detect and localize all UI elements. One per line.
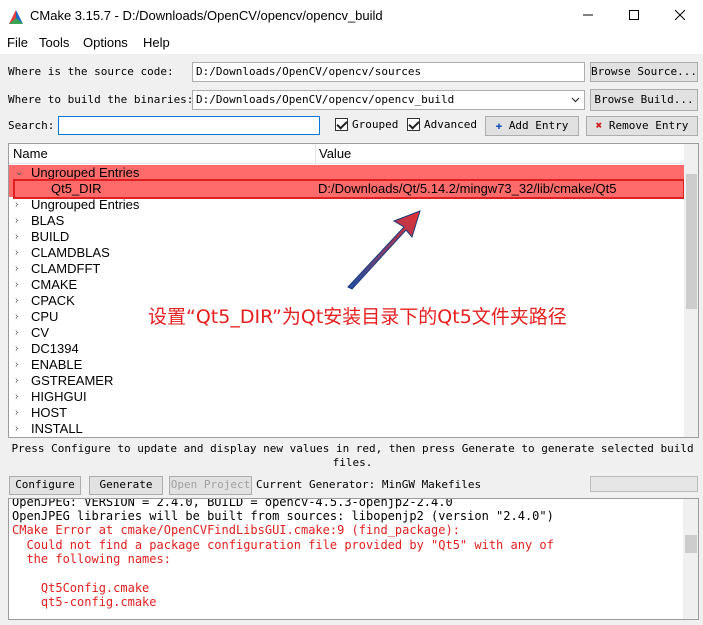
remove-entry-label: Remove Entry [608,119,689,132]
table-scrollbar-thumb[interactable] [686,174,697,309]
row-name: CLAMDFFT [31,261,101,276]
configure-button[interactable]: Configure [9,476,81,495]
advanced-checkbox[interactable]: Advanced [407,118,477,131]
log-line-error: the following names: [12,552,171,566]
row-name: CPACK [31,293,75,308]
annotation-text: 设置“Qt5_DIR”为Qt安装目录下的Qt5文件夹路径 [148,306,567,328]
current-generator-label: Current Generator: MinGW Makefiles [256,478,482,491]
row-name: HOST [31,405,68,420]
menu-bar: File Tools Options Help [0,32,703,54]
chevron-right-icon[interactable]: › [15,357,18,373]
close-button[interactable] [657,0,703,32]
chevron-right-icon[interactable]: › [15,421,18,437]
menu-help[interactable]: Help [143,35,170,50]
row-name: ENABLE [31,357,83,372]
build-path-value: D:/Downloads/OpenCV/opencv/opencv_build [196,93,455,106]
chevron-right-icon[interactable]: › [15,373,18,389]
table-row[interactable]: › DC1394 [9,341,684,357]
build-label: Where to build the binaries: [8,93,194,106]
add-entry-button[interactable]: ✚ Add Entry [485,116,579,136]
advanced-label: Advanced [424,118,477,131]
table-scrollbar[interactable] [684,144,698,437]
minimize-button[interactable] [565,0,611,32]
source-path-field[interactable]: D:/Downloads/OpenCV/opencv/sources [192,62,585,82]
qt5-dir-highlight-frame [13,179,685,199]
cmake-logo-icon [8,9,24,28]
chevron-right-icon[interactable]: › [15,261,18,277]
advanced-check-icon [407,118,420,131]
log-scrollbar-thumb[interactable] [685,535,697,553]
chevron-right-icon[interactable]: › [15,277,18,293]
title-bar: CMake 3.15.7 - D:/Downloads/OpenCV/openc… [0,0,703,32]
row-name: CPU [31,309,59,324]
minimize-icon [583,9,593,23]
open-project-button[interactable]: Open Project [169,476,252,495]
row-name: BLAS [31,213,65,228]
column-divider[interactable] [315,144,316,164]
log-scrollbar[interactable] [683,499,698,619]
add-entry-label: Add Entry [508,119,569,132]
progress-bar [590,476,698,492]
chevron-right-icon[interactable]: › [15,309,18,325]
row-name: BUILD [31,229,70,244]
menu-file[interactable]: File [7,35,28,50]
log-line: OpenJPEG: VERSION = 2.4.0, BUILD = openc… [12,498,453,509]
log-line-error: qt5-config.cmake [12,595,157,609]
chevron-right-icon[interactable]: › [15,341,18,357]
maximize-button[interactable] [611,0,657,32]
log-line-error: CMake Error at cmake/OpenCVFindLibsGUI.c… [12,523,460,537]
row-name: CV [31,325,50,340]
browse-build-button[interactable]: Browse Build... [590,89,698,111]
column-name-header[interactable]: Name [13,146,48,161]
source-label: Where is the source code: [8,65,174,78]
generate-button[interactable]: Generate [89,476,163,495]
chevron-down-icon[interactable] [571,94,580,107]
build-path-combo[interactable]: D:/Downloads/OpenCV/opencv/opencv_build [192,90,585,110]
row-name: DC1394 [31,341,79,356]
maximize-icon [629,9,639,23]
output-log[interactable]: OpenJPEG: VERSION = 2.4.0, BUILD = openc… [8,498,699,620]
chevron-right-icon[interactable]: › [15,213,18,229]
grouped-checkbox[interactable]: Grouped [335,118,398,131]
row-name: Ungrouped Entries [31,197,140,212]
chevron-right-icon[interactable]: › [15,405,18,421]
annotation-arrow-icon [347,210,421,290]
chevron-right-icon[interactable]: › [15,229,18,245]
remove-icon: ✖ [595,119,603,132]
chevron-right-icon[interactable]: › [15,325,18,341]
search-label: Search: [8,119,55,132]
row-name: CLAMDBLAS [31,245,110,260]
browse-source-button[interactable]: Browse Source... [590,62,698,82]
close-icon [674,9,686,23]
window-title: CMake 3.15.7 - D:/Downloads/OpenCV/openc… [30,8,383,23]
log-line-error: Qt5Config.cmake [12,581,150,595]
table-header: Name Value [9,144,684,164]
table-row[interactable]: › GSTREAMER [9,373,684,389]
table-row[interactable]: › HOST [9,405,684,421]
menu-tools[interactable]: Tools [39,35,69,50]
search-input[interactable] [58,116,320,135]
row-name: HIGHGUI [31,389,87,404]
row-name: CMAKE [31,277,78,292]
grouped-check-icon [335,118,348,131]
remove-entry-button[interactable]: ✖ Remove Entry [586,116,698,136]
log-line: OpenJPEG libraries will be built from so… [12,509,554,523]
table-row[interactable]: › ENABLE [9,357,684,373]
log-line-error: Could not find a package configuration f… [12,538,554,552]
row-name: INSTALL [31,421,83,436]
column-value-header[interactable]: Value [319,146,351,161]
table-row[interactable]: › INSTALL [9,421,684,437]
table-row[interactable]: › HIGHGUI [9,389,684,405]
chevron-right-icon[interactable]: › [15,293,18,309]
chevron-right-icon[interactable]: › [15,389,18,405]
chevron-right-icon[interactable]: › [15,197,18,213]
menu-options[interactable]: Options [83,35,128,50]
configure-hint-text: Press Configure to update and display ne… [11,442,694,469]
row-name: GSTREAMER [31,373,114,388]
chevron-right-icon[interactable]: › [15,245,18,261]
grouped-label: Grouped [352,118,399,131]
plus-icon: ✚ [495,119,503,132]
